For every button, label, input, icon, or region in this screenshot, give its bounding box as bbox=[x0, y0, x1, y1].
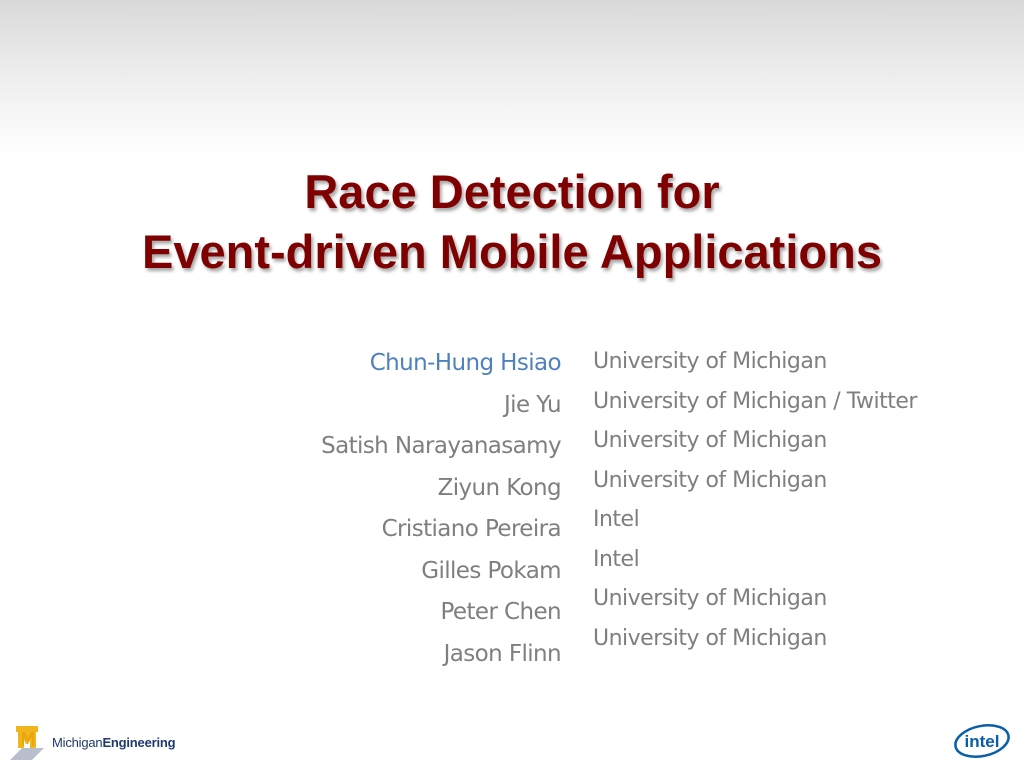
author-name: Gilles Pokam bbox=[421, 557, 561, 584]
author-name: Peter Chen bbox=[440, 599, 561, 625]
wordmark-engineering: Engineering bbox=[102, 734, 176, 750]
title-line-1: Race Detection for bbox=[304, 165, 720, 218]
author-affiliation: University of Michigan / Twitter bbox=[593, 388, 917, 414]
slide-title: Race Detection for Event-driven Mobile A… bbox=[0, 162, 1024, 282]
michigan-engineering-wordmark: MichiganEngineering bbox=[52, 734, 176, 750]
author-name: Cristiano Pereira bbox=[381, 516, 562, 542]
author-affiliation: Intel bbox=[593, 546, 640, 572]
author-name: Satish Narayanasamy bbox=[321, 433, 562, 459]
author-affiliation: University of Michigan bbox=[593, 349, 827, 374]
wordmark-michigan: Michigan bbox=[52, 734, 103, 750]
author-affiliation: University of Michigan bbox=[593, 428, 827, 453]
author-affiliation: University of Michigan bbox=[593, 467, 827, 493]
author-affiliation: University of Michigan bbox=[593, 586, 827, 611]
author-name: Chun-Hung Hsiao bbox=[369, 350, 562, 376]
affiliation-list: University of Michigan University of Mic… bbox=[593, 343, 1013, 659]
michigan-engineering-logo: MichiganEngineering bbox=[8, 722, 176, 762]
author-list: Chun-Hung Hsiao Jie Yu Satish Narayanasa… bbox=[200, 343, 562, 675]
author-name: Ziyun Kong bbox=[437, 474, 562, 501]
author-name: Jason Flinn bbox=[443, 640, 562, 667]
intel-wordmark: intel bbox=[965, 732, 1000, 751]
title-line-2: Event-driven Mobile Applications bbox=[142, 225, 882, 278]
author-affiliation: Intel bbox=[593, 507, 640, 532]
block-m-icon bbox=[8, 722, 46, 762]
author-name: Jie Yu bbox=[503, 391, 562, 418]
author-affiliation: University of Michigan bbox=[593, 625, 827, 651]
intel-logo: intel bbox=[952, 718, 1012, 762]
